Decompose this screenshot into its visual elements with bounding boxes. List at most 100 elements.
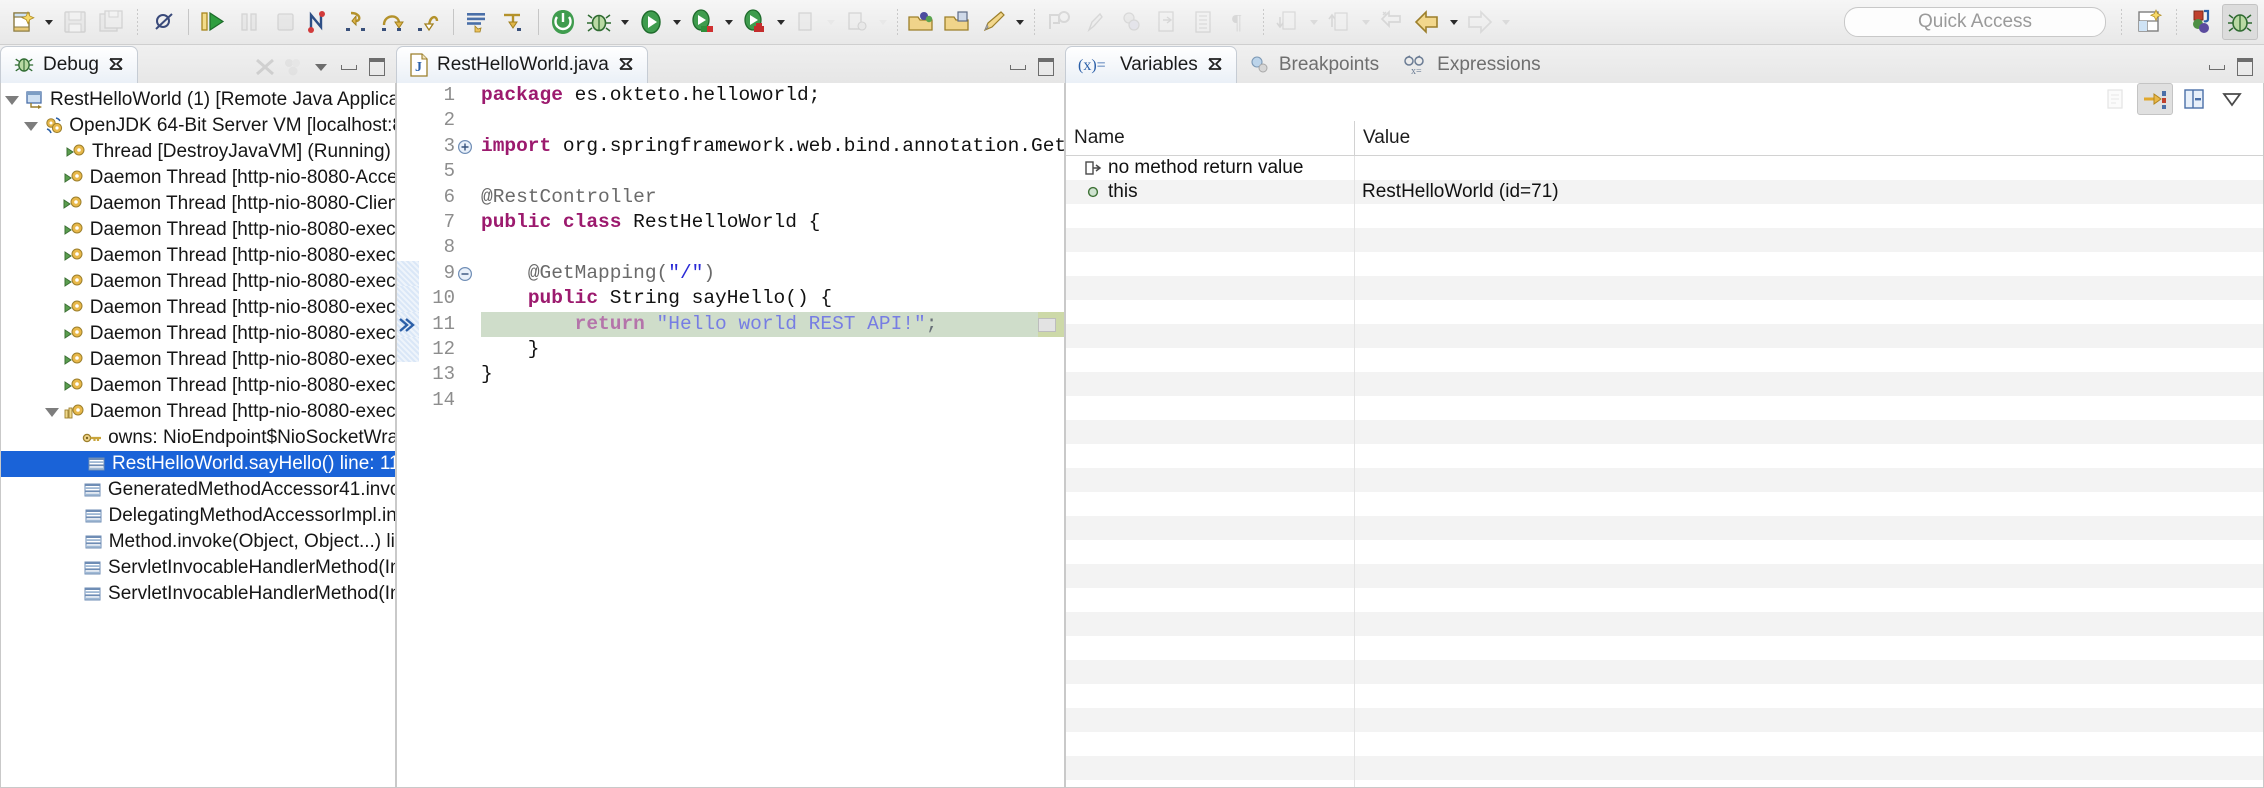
open-task-button[interactable]: [941, 5, 975, 39]
next-edit-dropdown[interactable]: [1359, 6, 1373, 38]
marker-button[interactable]: [1078, 5, 1112, 39]
maximize-button[interactable]: [1035, 57, 1057, 77]
thread-group-button[interactable]: [282, 57, 304, 77]
debug-history-button[interactable]: [582, 5, 616, 39]
tab-variables[interactable]: (x)= Variables: [1065, 46, 1237, 83]
tab-breakpoints[interactable]: Breakpoints: [1237, 47, 1391, 83]
show-whitespace-button[interactable]: ¶: [1222, 5, 1256, 39]
code-line[interactable]: 9 @GetMapping("/"): [397, 261, 1064, 286]
new-java-package-button[interactable]: [788, 5, 822, 39]
column-header-name[interactable]: Name: [1066, 127, 1354, 149]
maximize-button[interactable]: [366, 57, 388, 77]
disconnect-button[interactable]: [304, 5, 338, 39]
code-line[interactable]: 2: [397, 108, 1064, 133]
code-line[interactable]: 12 }: [397, 337, 1064, 362]
debug-tree-item[interactable]: Daemon Thread [http-nio-8080-exec-4: [1, 373, 395, 399]
save-all-button[interactable]: [94, 5, 128, 39]
new-java-package-dropdown[interactable]: [824, 6, 838, 38]
debug-tree-item[interactable]: Daemon Thread [http-nio-8080-exec-1: [1, 217, 395, 243]
new-wizard-button[interactable]: [6, 5, 40, 39]
tab-expressions[interactable]: x= Expressions: [1391, 47, 1553, 83]
last-edit-location-button[interactable]: [1375, 5, 1409, 39]
code-line[interactable]: 14: [397, 388, 1064, 413]
fold-expand-icon[interactable]: [457, 139, 473, 155]
resume-button[interactable]: [196, 5, 230, 39]
new-wizard-dropdown[interactable]: [42, 6, 56, 38]
quick-access-input[interactable]: Quick Access: [1844, 7, 2106, 37]
debug-tree-item[interactable]: Daemon Thread [http-nio-8080-exec-9: [1, 243, 395, 269]
next-annotation-button[interactable]: [1150, 5, 1184, 39]
view-menu-button[interactable]: [2215, 84, 2249, 114]
code-line[interactable]: 13}: [397, 362, 1064, 387]
debug-tree-item[interactable]: Daemon Thread [http-nio-8080-exec-6: [1, 321, 395, 347]
debug-tree-item[interactable]: ServletInvocableHandlerMethod(Invc: [1, 581, 395, 607]
debug-tree-item[interactable]: Daemon Thread [http-nio-8080-exec-7: [1, 295, 395, 321]
close-icon[interactable]: [617, 56, 635, 74]
debug-tree-item-selected[interactable]: RestHelloWorld.sayHello() line: 11: [1, 451, 395, 477]
fold-collapse-icon[interactable]: [457, 266, 473, 282]
profile-button[interactable]: [1114, 5, 1148, 39]
step-over-button[interactable]: [376, 5, 410, 39]
debug-tree-item[interactable]: DelegatingMethodAccessorImpl.invo: [1, 503, 395, 529]
terminate-button[interactable]: [268, 5, 302, 39]
tree-twisty-expanded[interactable]: [1, 96, 23, 105]
open-perspective-button[interactable]: [2133, 5, 2167, 39]
debug-tree-item[interactable]: Daemon Thread [http-nio-8080-exec-8: [1, 269, 395, 295]
code-line[interactable]: 3import org.springframework.web.bind.ann…: [397, 134, 1064, 159]
code-area[interactable]: 1package es.okteto.helloworld;23import o…: [397, 83, 1064, 787]
close-icon[interactable]: [1206, 56, 1224, 74]
forward-button[interactable]: [1463, 5, 1497, 39]
column-header-value[interactable]: Value: [1354, 121, 2263, 155]
debug-tree-item[interactable]: Daemon Thread [http-nio-8080-exec-3: [1, 399, 395, 425]
drop-to-frame-button[interactable]: [497, 5, 531, 39]
run-configurations-dropdown[interactable]: [722, 6, 736, 38]
code-line[interactable]: 5: [397, 159, 1064, 184]
code-line[interactable]: 8: [397, 235, 1064, 260]
debug-tree-item[interactable]: Daemon Thread [http-nio-8080-Accept: [1, 165, 395, 191]
code-line[interactable]: 6@RestController: [397, 185, 1064, 210]
variables-row[interactable]: thisRestHelloWorld (id=71): [1066, 180, 2263, 204]
coverage-button[interactable]: [738, 5, 772, 39]
variables-rows-container[interactable]: no method return valuethisRestHelloWorld…: [1066, 156, 2263, 787]
search-button[interactable]: [1042, 5, 1076, 39]
use-step-filters-button[interactable]: [461, 5, 495, 39]
debug-tree-item[interactable]: Method.invoke(Object, Object...) line: [1, 529, 395, 555]
toggle-block-button[interactable]: [1186, 5, 1220, 39]
save-button[interactable]: [58, 5, 92, 39]
debug-tree-item[interactable]: Thread [DestroyJavaVM] (Running): [1, 139, 395, 165]
back-button[interactable]: [1411, 5, 1445, 39]
debug-tree-item[interactable]: OpenJDK 64-Bit Server VM [localhost:808: [1, 113, 395, 139]
tab-debug[interactable]: Debug: [0, 46, 138, 83]
step-into-button[interactable]: [340, 5, 374, 39]
back-dropdown[interactable]: [1447, 6, 1461, 38]
annotate-dropdown[interactable]: [1013, 6, 1027, 38]
minimize-button[interactable]: [338, 57, 360, 77]
forward-dropdown[interactable]: [1499, 6, 1513, 38]
previous-edit-dropdown[interactable]: [1307, 6, 1321, 38]
new-java-class-button[interactable]: [840, 5, 874, 39]
next-edit-button[interactable]: [1323, 5, 1357, 39]
coverage-dropdown[interactable]: [774, 6, 788, 38]
maximize-button[interactable]: [2234, 57, 2256, 77]
code-line[interactable]: 7public class RestHelloWorld {: [397, 210, 1064, 235]
run-history-dropdown[interactable]: [670, 6, 684, 38]
show-detail-pane-button[interactable]: [2177, 84, 2211, 114]
debug-tree-item[interactable]: owns: NioEndpoint$NioSocketWrapp: [1, 425, 395, 451]
show-logical-structure-button[interactable]: [2137, 83, 2173, 115]
code-line[interactable]: 1package es.okteto.helloworld;: [397, 83, 1064, 108]
previous-edit-button[interactable]: [1271, 5, 1305, 39]
collapse-all-button[interactable]: [254, 57, 276, 77]
run-configurations-button[interactable]: [686, 5, 720, 39]
debug-tree-item[interactable]: RestHelloWorld (1) [Remote Java Applicat…: [1, 87, 395, 113]
debug-tree-item[interactable]: Daemon Thread [http-nio-8080-ClientP: [1, 191, 395, 217]
debug-tree-item[interactable]: Daemon Thread [http-nio-8080-exec-5: [1, 347, 395, 373]
tree-twisty-expanded[interactable]: [20, 122, 42, 131]
overview-ruler-marker[interactable]: [1038, 318, 1056, 332]
minimize-button[interactable]: [2206, 57, 2228, 77]
new-java-class-dropdown[interactable]: [876, 6, 890, 38]
suspend-button[interactable]: [232, 5, 266, 39]
code-line[interactable]: 10 public String sayHello() {: [397, 286, 1064, 311]
debug-tree-item[interactable]: GeneratedMethodAccessor41.invoke: [1, 477, 395, 503]
perspective-java-button[interactable]: [2186, 5, 2220, 39]
step-return-button[interactable]: [412, 5, 446, 39]
